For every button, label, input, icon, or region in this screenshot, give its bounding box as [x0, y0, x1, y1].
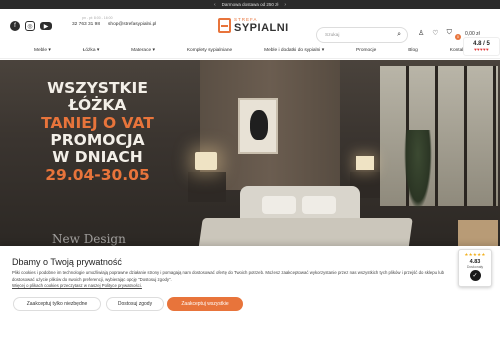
cart-count-badge: 0	[455, 34, 461, 40]
hero-promo-text: WSZYSTKIE ŁÓŻKA TANIEJ O VAT PROMOCJA W …	[20, 79, 175, 184]
promo-text: Darmowa dostawa od 250 zł	[221, 2, 279, 7]
nav-item-materace[interactable]: Materace ▾	[131, 48, 155, 53]
facebook-icon[interactable]: f	[10, 21, 20, 31]
accept-necessary-button[interactable]: Zaakceptuj tylko niezbędne	[13, 297, 101, 311]
window	[380, 66, 498, 206]
promo-bar: ‹ Darmowa dostawa od 250 zł ›	[0, 0, 500, 9]
hero-line: TANIEJ O VAT	[41, 113, 154, 132]
site-logo[interactable]: STREFA SYPIALNI	[218, 17, 289, 34]
main-navigation: Meble ▾ Łóżka ▾ Materace ▾ Komplety sypi…	[0, 43, 500, 59]
accept-all-button[interactable]: Zaakceptuj wszystkie	[167, 297, 243, 311]
nav-item-meble[interactable]: Meble ▾	[34, 48, 51, 53]
cart-icon[interactable]: ⛉	[447, 29, 452, 37]
hero-line: W DNIACH	[52, 148, 143, 167]
nav-item-komplety[interactable]: Komplety sypialniane	[187, 48, 232, 53]
pillow	[262, 196, 296, 214]
heart-icon[interactable]: ♡	[432, 29, 438, 37]
social-links: f ◎ ▶	[10, 21, 52, 31]
promo-next-arrow[interactable]: ›	[284, 2, 286, 8]
hero-line: 29.04-30.05	[45, 165, 150, 184]
search-input[interactable]: Szukaj ⌕	[316, 27, 408, 43]
search-placeholder: Szukaj	[325, 32, 340, 38]
pillow	[302, 196, 336, 214]
search-icon[interactable]: ⌕	[397, 31, 401, 39]
youtube-icon[interactable]: ▶	[40, 22, 52, 30]
logo-mark-icon	[218, 18, 231, 34]
logo-big-text: SYPIALNI	[234, 21, 289, 34]
user-icon[interactable]: ♙	[418, 29, 424, 37]
hero-line: PROMOCJA	[50, 131, 145, 150]
plant	[404, 130, 432, 210]
lamp-left	[195, 152, 217, 170]
trust-logo-icon: ✓	[469, 270, 481, 281]
nav-item-lozka[interactable]: Łóżka ▾	[83, 48, 100, 53]
star-rating-icon: ★★★★★	[464, 252, 486, 257]
bed-body	[197, 218, 413, 246]
badge-label: Doskonały	[466, 265, 484, 269]
cookie-text: Pliki cookies i podobne im technologie u…	[12, 270, 444, 282]
nightstand-left	[188, 172, 226, 202]
cookie-banner: Dbamy o Twoją prywatność Pliki cookies i…	[0, 246, 500, 348]
customize-consent-button[interactable]: Dostosuj zgody	[106, 297, 164, 311]
nav-item-promocje[interactable]: Promocje	[356, 48, 376, 53]
contact-info: pn - pt: 8:00 - 16:00 32 763 31 98 shop@…	[72, 16, 156, 27]
hero-watermark: New Design	[52, 232, 126, 246]
hero-line: ŁÓŻKA	[68, 96, 127, 115]
hero-line: WSZYSTKIE	[47, 79, 148, 97]
trust-badge[interactable]: ★★★★★ 4.83 Doskonały ✓	[458, 249, 492, 287]
header: f ◎ ▶ pn - pt: 8:00 - 16:00 32 763 31 98…	[0, 9, 500, 43]
rating-hearts-icon: ♥♥♥♥♥	[474, 47, 489, 52]
promo-prev-arrow[interactable]: ‹	[214, 2, 216, 8]
email-link[interactable]: shop@strefasypialni.pl	[108, 22, 156, 27]
side-table	[458, 220, 498, 246]
hero-banner[interactable]: WSZYSTKIE ŁÓŻKA TANIEJ O VAT PROMOCJA W …	[0, 60, 500, 246]
rating-widget[interactable]: 4.8 / 5 ♥♥♥♥♥	[463, 37, 500, 56]
opening-hours: pn - pt: 8:00 - 16:00	[82, 16, 113, 20]
cookie-title: Dbamy o Twoją prywatność	[12, 257, 122, 267]
wall-art	[238, 98, 278, 154]
nav-item-blog[interactable]: Blog	[408, 48, 418, 53]
phone-link[interactable]: 32 763 31 98	[72, 22, 100, 27]
nav-item-dodatki[interactable]: Meble i dodatki do sypialni ▾	[264, 48, 324, 53]
lamp-right	[356, 156, 374, 170]
instagram-icon[interactable]: ◎	[25, 21, 35, 31]
privacy-policy-link[interactable]: Więcej o plikach cookies przeczytasz w n…	[12, 283, 142, 288]
